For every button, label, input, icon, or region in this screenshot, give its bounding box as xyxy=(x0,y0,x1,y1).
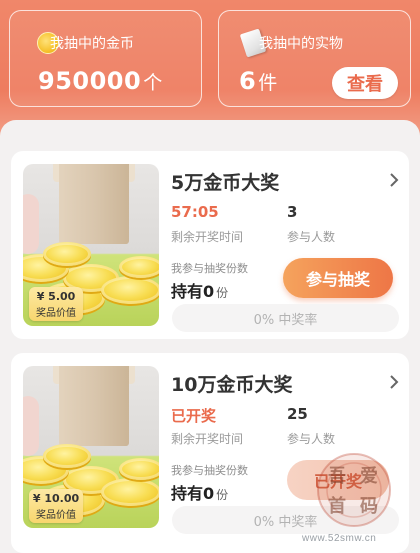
items-won-card[interactable]: 我抽中的实物 6件 查看 xyxy=(218,10,411,107)
participants-value: 3 xyxy=(287,203,298,221)
my-share-count: 持有0 份 xyxy=(171,282,229,301)
draw-status-value: 已开奖 xyxy=(171,407,217,425)
prize-card[interactable]: ¥ 10.00 奖品价值 10万金币大奖 已开奖 剩余开奖时间 25 参与人数 … xyxy=(11,353,409,553)
my-share-label: 我参与抽奖份数 xyxy=(171,262,248,275)
countdown-label: 剩余开奖时间 xyxy=(171,432,244,446)
view-items-button[interactable]: 查看 xyxy=(332,67,398,99)
my-share-count: 持有0 份 xyxy=(171,484,229,503)
participants-value: 25 xyxy=(287,405,308,423)
participants-label: 参与人数 xyxy=(287,230,336,244)
items-won-value: 6件 xyxy=(239,67,278,95)
my-share-label: 我参与抽奖份数 xyxy=(171,464,248,477)
chevron-right-icon[interactable] xyxy=(387,373,401,391)
win-rate-bar: 0% 中奖率 xyxy=(172,506,399,534)
prize-image: ¥ 10.00 奖品价值 xyxy=(23,366,159,528)
countdown-label: 剩余开奖时间 xyxy=(171,230,244,244)
chevron-right-icon[interactable] xyxy=(387,171,401,189)
coins-won-card[interactable]: 我抽中的金币 950000 个 xyxy=(9,10,202,107)
prize-title: 10万金币大奖 xyxy=(171,374,293,396)
coins-won-value: 950000 个 xyxy=(38,67,163,95)
countdown-value: 57:05 xyxy=(171,203,219,221)
win-rate-bar: 0% 中奖率 xyxy=(172,304,399,332)
join-draw-button[interactable]: 参与抽奖 xyxy=(283,258,393,298)
items-won-label: 我抽中的实物 xyxy=(259,36,343,52)
prize-image: ¥ 5.00 奖品价值 xyxy=(23,164,159,326)
participants-label: 参与人数 xyxy=(287,432,336,446)
watermark-url: www.52smw.cn xyxy=(302,533,377,544)
prize-title: 5万金币大奖 xyxy=(171,172,280,194)
coins-won-label: 我抽中的金币 xyxy=(50,36,134,52)
prize-card[interactable]: ¥ 5.00 奖品价值 5万金币大奖 57:05 剩余开奖时间 3 参与人数 我… xyxy=(11,151,409,339)
prize-value-tag: ¥ 5.00 奖品价值 xyxy=(29,287,83,321)
drawn-status-button[interactable]: 已开奖 xyxy=(287,460,389,500)
prize-value-tag: ¥ 10.00 奖品价值 xyxy=(29,489,83,523)
